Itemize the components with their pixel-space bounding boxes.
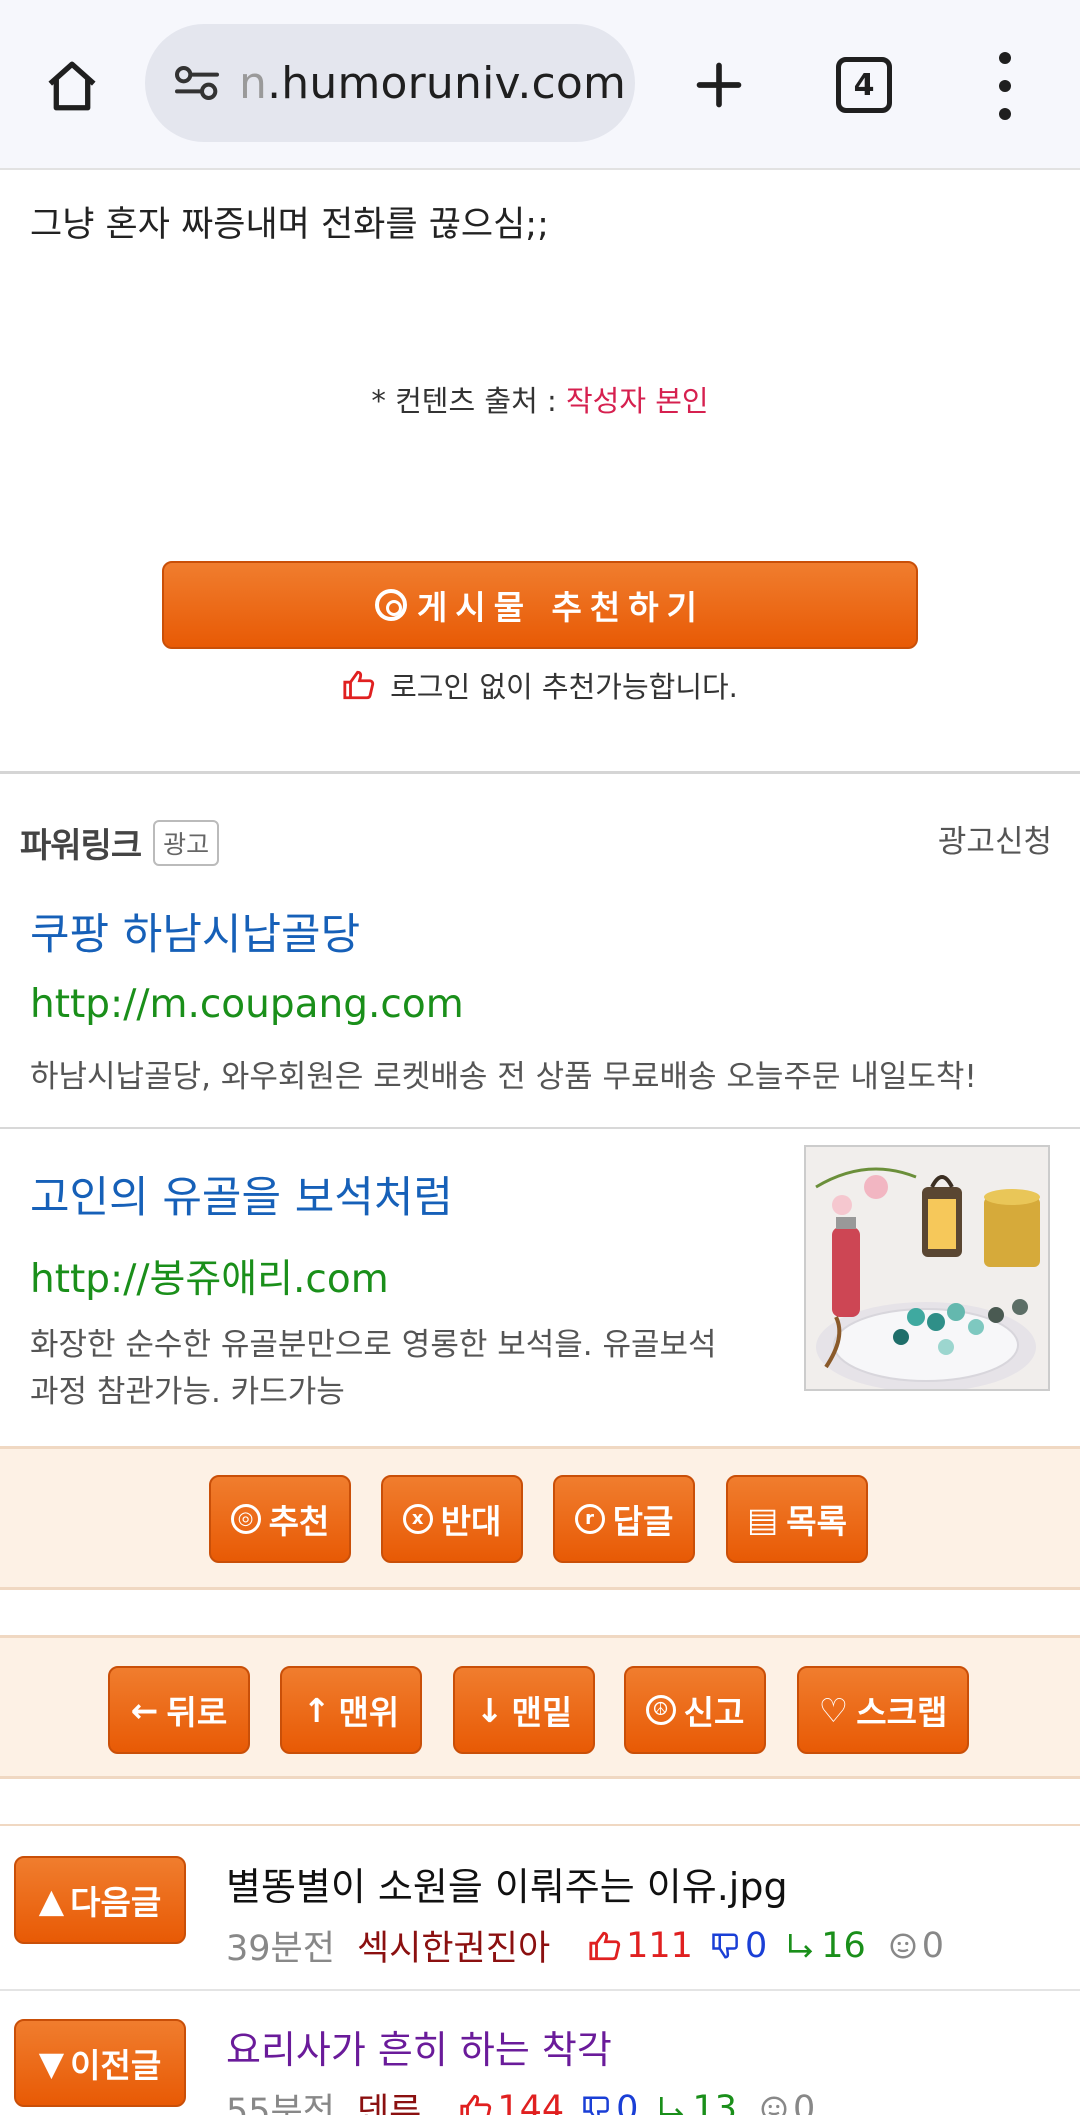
triangle-up-icon: ▲ — [38, 1880, 65, 1920]
navigation-bar: ← 뒤로 ↑ 맨위 ↓ 맨밑 ☮ 신고 ♡ 스크랩 — [0, 1635, 1080, 1779]
target-icon: ◎ — [230, 1504, 261, 1534]
recommend-post-button[interactable]: 게시물 추천하기 — [162, 561, 918, 649]
thumbs-up-icon — [460, 2094, 492, 2115]
ad-description[interactable]: 하남시납골당, 와우회원은 로켓배송 전 상품 무료배송 오늘주문 내일도착! — [30, 1054, 977, 1100]
triangle-down-icon: ▼ — [38, 2043, 65, 2083]
previous-post-meta: 55분전 덴류 144 0 13 0 — [226, 2083, 815, 2115]
thumbs-down-icon — [712, 1933, 738, 1959]
upvote-count: 144 — [459, 2089, 564, 2115]
address-bar[interactable]: n.humoruniv.com — [145, 24, 635, 142]
ad-description[interactable]: 화장한 순수한 유골분만으로 영롱한 보석을. 유골보석 — [30, 1322, 717, 1368]
thumbs-up-icon — [343, 670, 375, 700]
new-tab-icon[interactable] — [684, 50, 754, 120]
more-menu-icon[interactable] — [990, 52, 1020, 120]
report-button[interactable]: ☮ 신고 — [624, 1666, 766, 1754]
arrow-down-icon: ↓ — [475, 1690, 504, 1730]
browser-toolbar: n.humoruniv.com 4 — [0, 0, 1080, 170]
comment-count: 0 — [759, 2089, 815, 2115]
scroll-bottom-button[interactable]: ↓ 맨밑 — [453, 1666, 595, 1754]
post-time: 55분전 — [226, 2092, 335, 2115]
ad-url[interactable]: http://m.coupang.com — [30, 982, 464, 1027]
previous-post-button[interactable]: ▼ 이전글 — [14, 2019, 186, 2107]
reply-count: 16 — [785, 1926, 866, 1966]
powerlink-title: 파워링크 — [20, 826, 142, 866]
home-icon[interactable] — [38, 52, 106, 120]
post-time: 39분전 — [226, 1929, 335, 1969]
ad-title[interactable]: 쿠팡 하남시납골당 — [30, 900, 360, 962]
arrow-left-icon: ← — [130, 1690, 159, 1730]
nologin-note: 로그인 없이 추천가능합니다. — [0, 664, 1080, 706]
reply-arrow-icon — [789, 1933, 813, 1958]
thumbs-down-icon — [583, 2096, 610, 2115]
thumbs-up-icon — [589, 1931, 621, 1960]
smiley-icon — [890, 1933, 916, 1958]
reply-button[interactable]: r 답글 — [553, 1475, 695, 1563]
ad-title[interactable]: 고인의 유골을 보석처럼 — [30, 1163, 453, 1225]
downvote-count: 0 — [582, 2089, 638, 2115]
post-author[interactable]: 섹시한권진아 — [357, 1920, 550, 1971]
url-text: n.humoruniv.com — [239, 57, 627, 109]
list-button[interactable]: ▤ 목록 — [726, 1475, 868, 1563]
source-value: 작성자 본인 — [565, 384, 709, 418]
scroll-top-button[interactable]: ↑ 맨위 — [280, 1666, 422, 1754]
target-icon — [374, 589, 407, 621]
content-source: * 컨텐츠 출처 : 작성자 본인 — [371, 384, 709, 418]
upvote-count: 111 — [588, 1926, 693, 1966]
previous-post-row[interactable]: ▼ 이전글 요리사가 흔히 하는 착각 55분전 덴류 144 0 13 0 — [0, 1991, 1080, 2115]
powerlink-header: 파워링크 광고 — [20, 818, 220, 867]
site-settings-icon[interactable] — [167, 53, 227, 113]
oppose-button[interactable]: x 반대 — [381, 1475, 523, 1563]
reply-count: 13 — [656, 2089, 737, 2115]
close-icon: x — [402, 1504, 433, 1534]
post-text: 그냥 혼자 짜증내며 전화를 끊으심;; — [30, 205, 549, 245]
ad-image[interactable] — [804, 1145, 1050, 1391]
ad-badge: 광고 — [153, 819, 220, 866]
post-author[interactable]: 덴류 — [357, 2083, 421, 2115]
list-icon: ▤ — [747, 1499, 779, 1539]
ad-description[interactable]: 과정 참관가능. 카드가능 — [30, 1369, 345, 1415]
arrow-up-icon: ↑ — [302, 1690, 331, 1730]
next-post-button[interactable]: ▲ 다음글 — [14, 1856, 186, 1944]
next-post-title[interactable]: 별똥별이 소원을 이뤄주는 이유.jpg — [226, 1856, 788, 1911]
divider — [0, 771, 1080, 774]
report-icon: ☮ — [645, 1695, 676, 1725]
post-action-bar: ◎ 추천 x 반대 r 답글 ▤ 목록 — [0, 1446, 1080, 1590]
ad-apply-link[interactable]: 광고신청 — [938, 816, 1052, 861]
tab-switcher-button[interactable]: 4 — [836, 57, 892, 113]
comment-count: 0 — [888, 1926, 944, 1966]
next-post-row[interactable]: ▲ 다음글 별똥별이 소원을 이뤄주는 이유.jpg 39분전 섹시한권진아 11… — [0, 1826, 1080, 1990]
heart-icon: ♡ — [818, 1690, 849, 1730]
reply-icon: r — [574, 1504, 605, 1534]
ad-url[interactable]: http://봉쥬애리.com — [30, 1248, 389, 1304]
recommend-button[interactable]: ◎ 추천 — [209, 1475, 351, 1563]
ad-separator — [0, 1127, 1080, 1129]
downvote-count: 0 — [711, 1926, 767, 1966]
previous-post-title[interactable]: 요리사가 흔히 하는 착각 — [226, 2019, 612, 2074]
smiley-icon — [761, 2096, 787, 2115]
reply-arrow-icon — [660, 2096, 684, 2115]
back-button[interactable]: ← 뒤로 — [108, 1666, 250, 1754]
next-post-meta: 39분전 섹시한권진아 111 0 16 0 — [226, 1920, 944, 1971]
scrap-button[interactable]: ♡ 스크랩 — [797, 1666, 969, 1754]
